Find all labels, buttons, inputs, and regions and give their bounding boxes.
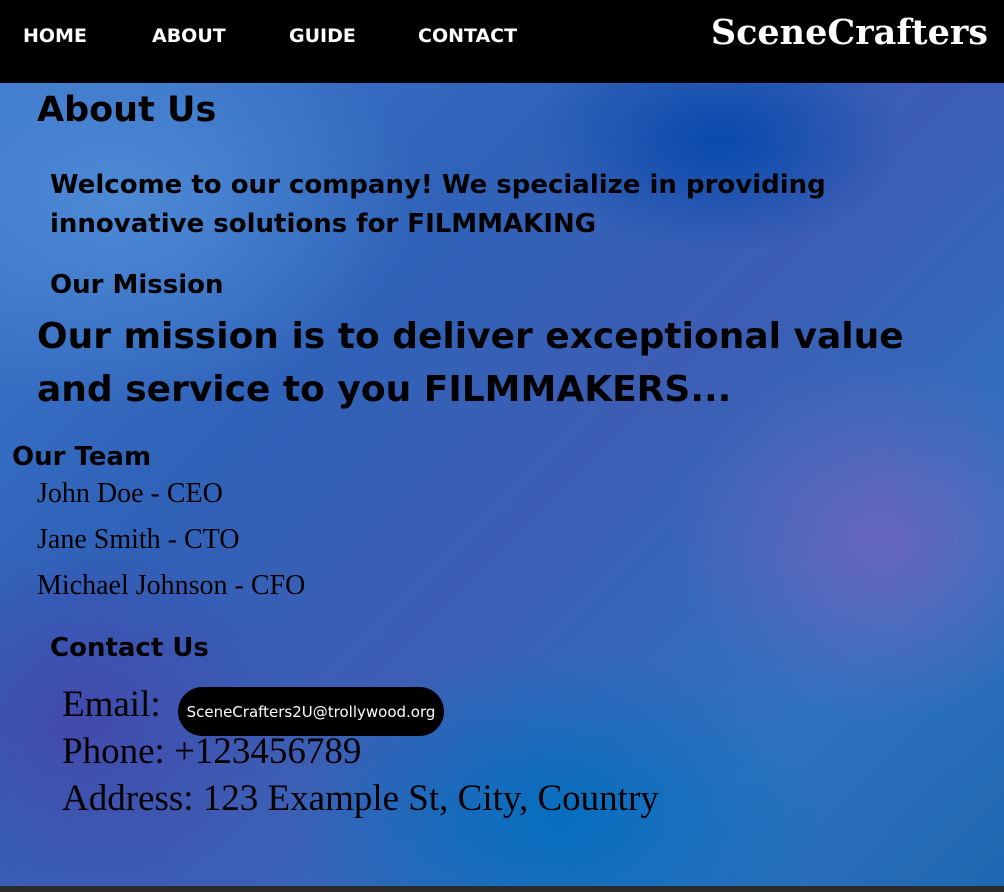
contact-heading: Contact Us <box>50 633 209 663</box>
team-member: Jane Smith - CTO <box>37 524 240 555</box>
team-member: John Doe - CEO <box>37 478 223 509</box>
welcome-text: Welcome to our company! We specialize in… <box>50 170 826 239</box>
top-navbar: HOME ABOUT GUIDE CONTACT SceneCrafters <box>0 0 1004 83</box>
team-heading: Our Team <box>12 442 152 472</box>
mission-text: Our mission is to deliver exceptional va… <box>37 316 904 410</box>
phone-text: Phone: +123456789 <box>62 731 362 772</box>
mission-heading: Our Mission <box>50 270 224 300</box>
bottom-edge-bar <box>0 886 1004 892</box>
email-address-badge[interactable]: SceneCrafters2U@trollywood.org <box>178 687 444 736</box>
nav-guide-link[interactable]: GUIDE <box>289 25 356 47</box>
team-member: Michael Johnson - CFO <box>37 570 306 601</box>
nav-about-link[interactable]: ABOUT <box>152 25 226 47</box>
page-title: About Us <box>37 90 217 130</box>
address-text: Address: 123 Example St, City, Country <box>62 778 659 819</box>
nav-contact-link[interactable]: CONTACT <box>418 25 517 47</box>
brand-logo-text: SceneCrafters <box>710 12 988 53</box>
email-label: Email: <box>62 684 161 725</box>
nav-home-link[interactable]: HOME <box>23 25 87 47</box>
